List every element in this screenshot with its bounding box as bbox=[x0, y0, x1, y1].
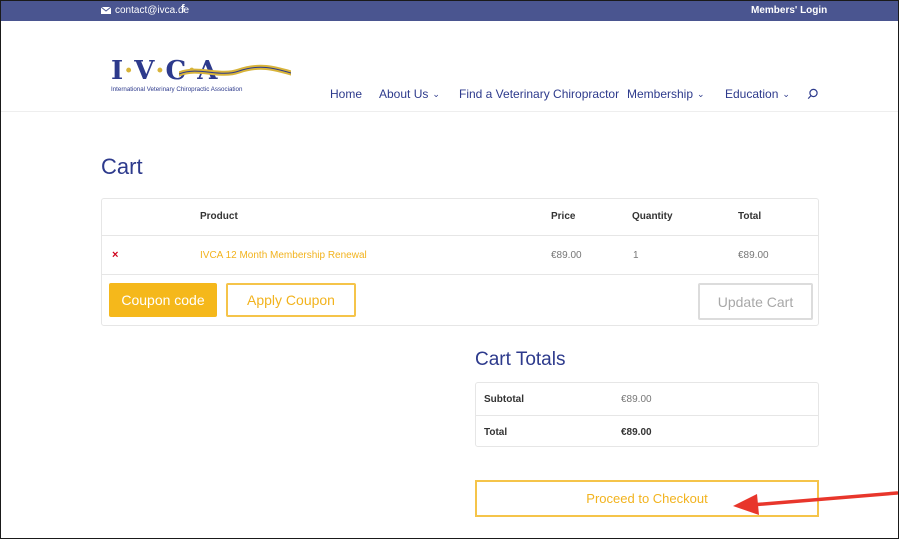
remove-icon[interactable]: × bbox=[112, 249, 118, 261]
logo-spine-graphic bbox=[179, 64, 291, 77]
top-bar: contact@ivca.de f Members' Login bbox=[1, 1, 898, 21]
cart-item-quantity[interactable]: 1 bbox=[633, 250, 639, 261]
cart-totals-title: Cart Totals bbox=[475, 349, 566, 370]
cart-totals-table: Subtotal €89.00 Total €89.00 bbox=[475, 382, 819, 447]
subtotal-value: €89.00 bbox=[621, 394, 652, 405]
search-icon[interactable] bbox=[807, 87, 819, 105]
cart-table: Product Price Quantity Total × IVCA 12 M… bbox=[101, 198, 819, 326]
chevron-down-icon: ⌄ bbox=[432, 88, 440, 99]
nav-about-us[interactable]: About Us ⌄ bbox=[379, 87, 440, 101]
update-cart-button[interactable]: Update Cart bbox=[698, 283, 813, 320]
facebook-icon[interactable]: f bbox=[181, 3, 185, 15]
total-label: Total bbox=[484, 427, 508, 438]
divider bbox=[102, 235, 818, 236]
nav-membership-label: Membership bbox=[627, 87, 694, 101]
apply-coupon-button[interactable]: Apply Coupon bbox=[226, 283, 356, 317]
logo-tagline: International Veterinary Chiropractic As… bbox=[111, 86, 243, 93]
cart-item-price: €89.00 bbox=[551, 250, 582, 261]
nav-about-label: About Us bbox=[379, 87, 429, 101]
nav-education[interactable]: Education ⌄ bbox=[725, 87, 790, 101]
divider bbox=[476, 415, 818, 416]
nav-find-chiropractor[interactable]: Find a Veterinary Chiropractor bbox=[459, 87, 619, 101]
total-value: €89.00 bbox=[621, 427, 652, 438]
coupon-code-input[interactable]: Coupon code bbox=[109, 283, 217, 317]
email-link[interactable]: contact@ivca.de bbox=[101, 5, 189, 16]
red-arrow-icon bbox=[733, 491, 898, 515]
header-quantity: Quantity bbox=[632, 211, 673, 222]
envelope-icon bbox=[101, 7, 111, 14]
nav-home[interactable]: Home bbox=[330, 87, 362, 101]
page-title: Cart bbox=[101, 154, 143, 179]
header-product: Product bbox=[200, 211, 238, 222]
members-login-link[interactable]: Members' Login bbox=[751, 5, 827, 16]
site-logo[interactable]: I·V·C·A International Veterinary Chiropr… bbox=[111, 56, 291, 96]
subtotal-label: Subtotal bbox=[484, 394, 524, 405]
header-total: Total bbox=[738, 211, 762, 222]
cart-item-total: €89.00 bbox=[738, 250, 769, 261]
browser-frame: contact@ivca.de f Members' Login I·V·C·A… bbox=[0, 0, 899, 539]
chevron-down-icon: ⌄ bbox=[697, 88, 705, 99]
email-text: contact@ivca.de bbox=[115, 5, 190, 16]
nav-membership[interactable]: Membership ⌄ bbox=[627, 87, 705, 101]
divider bbox=[102, 274, 818, 275]
cart-item-product-link[interactable]: IVCA 12 Month Membership Renewal bbox=[200, 250, 367, 261]
site-header: I·V·C·A International Veterinary Chiropr… bbox=[1, 21, 898, 112]
chevron-down-icon: ⌄ bbox=[782, 88, 790, 99]
header-price: Price bbox=[551, 211, 576, 222]
nav-education-label: Education bbox=[725, 87, 779, 101]
